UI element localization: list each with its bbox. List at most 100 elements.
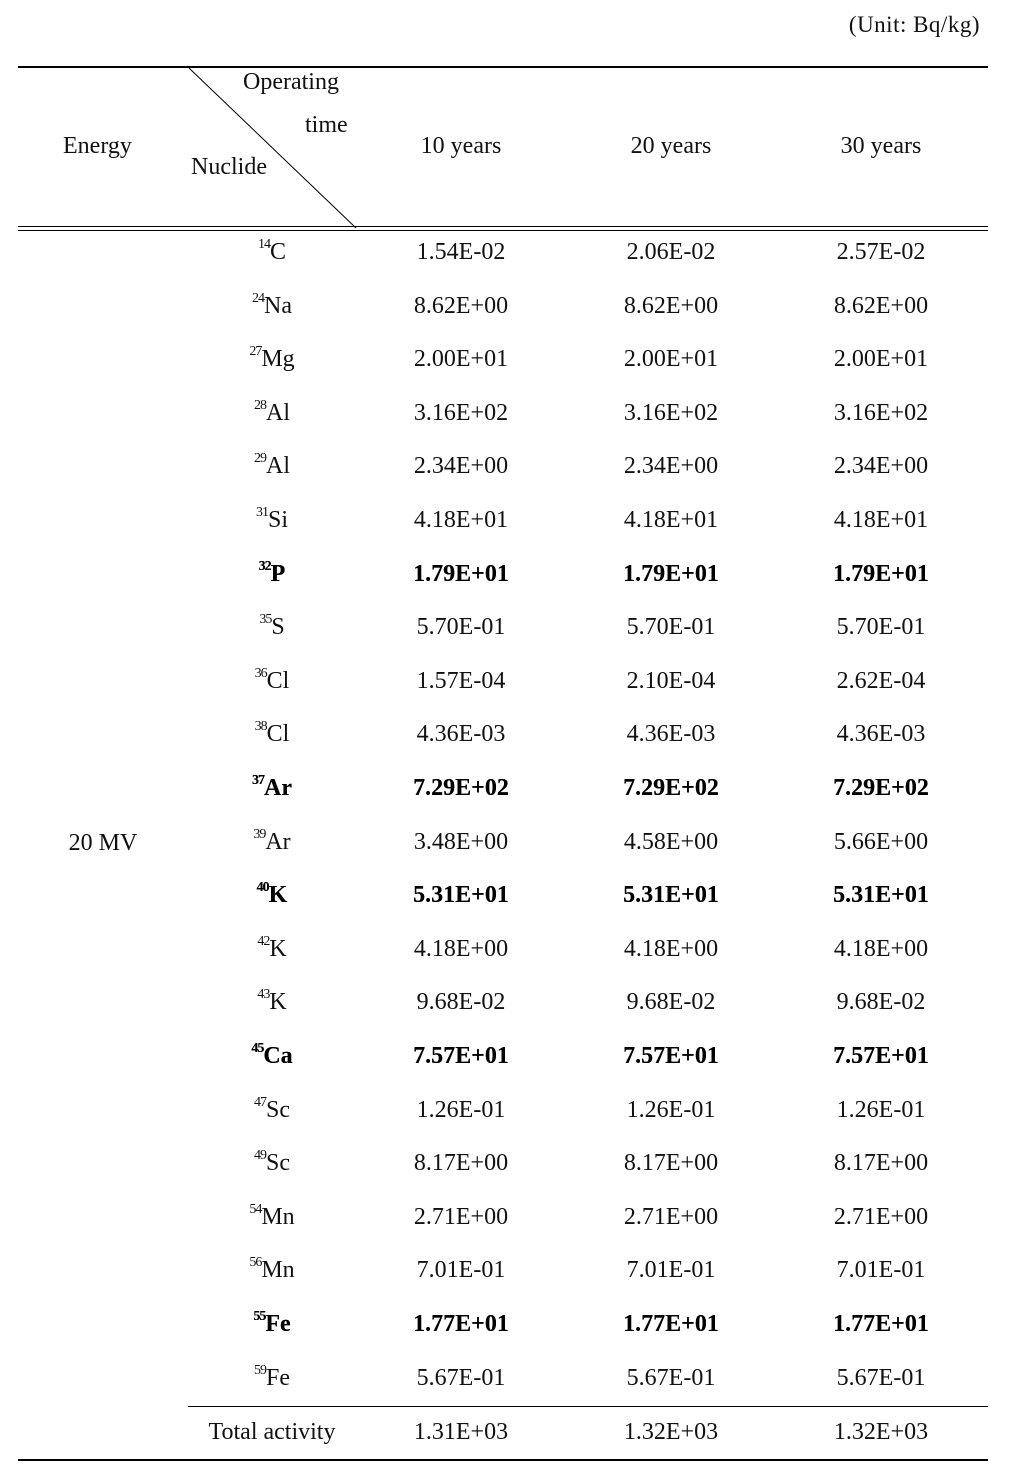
nuclide-cell: 31Si — [188, 505, 356, 534]
element-symbol: Mg — [261, 346, 295, 372]
total-rule — [188, 1406, 988, 1407]
nuclide-cell: 42K — [188, 934, 356, 963]
nuclide-cell: 27Mg — [188, 344, 356, 373]
element-symbol: Ar — [264, 775, 292, 801]
value-20-years: 4.36E-03 — [626, 721, 716, 747]
header-energy: Energy — [63, 133, 132, 159]
mass-number: 43 — [257, 987, 270, 1002]
value-10-years: 8.17E+00 — [413, 1150, 509, 1176]
value-20-years: 2.06E-02 — [626, 239, 716, 265]
element-symbol: Al — [266, 400, 290, 426]
value-30-years: 7.01E-01 — [836, 1257, 926, 1283]
value-30-years: 5.67E-01 — [836, 1365, 926, 1391]
element-symbol: Mn — [261, 1257, 295, 1283]
mass-number: 32 — [258, 559, 272, 574]
value-30-years: 2.62E-04 — [836, 668, 926, 694]
nuclide-cell: 55Fe — [188, 1309, 356, 1338]
value-10-years: 2.00E+01 — [413, 346, 509, 372]
value-30-years: 4.18E+01 — [833, 507, 929, 533]
value-20-years: 4.58E+00 — [623, 829, 719, 855]
nuclide-cell: 14C — [188, 237, 356, 266]
value-30-years: 7.29E+02 — [833, 775, 929, 801]
total-value-30-years: 1.32E+03 — [833, 1419, 929, 1445]
value-10-years: 5.67E-01 — [416, 1365, 506, 1391]
value-10-years: 5.70E-01 — [416, 614, 506, 640]
nuclide-cell: 38Cl — [188, 719, 356, 748]
energy-value: 20 MV — [68, 830, 138, 856]
value-10-years: 1.77E+01 — [413, 1311, 509, 1337]
nuclide-cell: 24Na — [188, 291, 356, 320]
mass-number: 31 — [255, 505, 269, 520]
value-10-years: 2.34E+00 — [413, 453, 509, 479]
value-30-years: 9.68E-02 — [836, 989, 926, 1015]
value-20-years: 7.29E+02 — [623, 775, 719, 801]
element-symbol: K — [269, 936, 287, 962]
value-30-years: 5.66E+00 — [833, 829, 929, 855]
value-10-years: 4.36E-03 — [416, 721, 506, 747]
header-time: time — [305, 112, 348, 138]
nuclide-cell: 35S — [188, 612, 356, 641]
value-10-years: 4.18E+01 — [413, 507, 509, 533]
mass-number: 35 — [259, 612, 272, 627]
value-20-years: 9.68E-02 — [626, 989, 716, 1015]
value-30-years: 8.62E+00 — [833, 293, 929, 319]
value-20-years: 4.18E+01 — [623, 507, 719, 533]
mass-number: 28 — [254, 398, 267, 413]
value-30-years: 4.36E-03 — [836, 721, 926, 747]
value-10-years: 1.26E-01 — [416, 1097, 506, 1123]
nuclide-cell: 54Mn — [188, 1202, 356, 1231]
nuclide-cell: 56Mn — [188, 1255, 356, 1284]
mass-number: 49 — [254, 1148, 267, 1163]
value-20-years: 2.34E+00 — [623, 453, 719, 479]
mass-number: 37 — [252, 773, 265, 788]
value-10-years: 1.57E-04 — [416, 668, 506, 694]
value-10-years: 4.18E+00 — [413, 936, 509, 962]
element-symbol: K — [269, 989, 287, 1015]
element-symbol: Sc — [266, 1150, 290, 1176]
value-10-years: 1.54E-02 — [416, 239, 506, 265]
mass-number: 47 — [254, 1095, 267, 1110]
mass-number: 45 — [251, 1041, 264, 1056]
value-30-years: 5.70E-01 — [836, 614, 926, 640]
value-20-years: 2.00E+01 — [623, 346, 719, 372]
value-20-years: 3.16E+02 — [623, 400, 719, 426]
mass-number: 40 — [256, 880, 270, 895]
nuclide-cell: 37Ar — [188, 773, 356, 802]
value-10-years: 3.48E+00 — [413, 829, 509, 855]
value-30-years: 8.17E+00 — [833, 1150, 929, 1176]
value-10-years: 9.68E-02 — [416, 989, 506, 1015]
nuclide-cell: 45Ca — [188, 1041, 356, 1070]
nuclide-cell: 28Al — [188, 398, 356, 427]
value-10-years: 1.79E+01 — [413, 561, 509, 587]
element-symbol: Fe — [266, 1365, 290, 1391]
element-symbol: Ar — [265, 829, 291, 855]
value-30-years: 2.34E+00 — [833, 453, 929, 479]
mass-number: 24 — [252, 291, 265, 306]
nuclide-cell: 39Ar — [188, 827, 356, 856]
value-20-years: 2.10E-04 — [626, 668, 716, 694]
nuclide-cell: 29Al — [188, 451, 356, 480]
value-30-years: 7.57E+01 — [833, 1043, 929, 1069]
value-20-years: 7.01E-01 — [626, 1257, 716, 1283]
value-20-years: 1.79E+01 — [623, 561, 719, 587]
nuclide-cell: 36Cl — [188, 666, 356, 695]
value-10-years: 2.71E+00 — [413, 1204, 509, 1230]
header-operating: Operating — [243, 69, 339, 95]
header-col-30-years: 30 years — [840, 133, 922, 159]
mass-number: 39 — [253, 827, 266, 842]
value-30-years: 1.79E+01 — [833, 561, 929, 587]
header-nuclide: Nuclide — [191, 154, 267, 180]
table-bottom-rule — [18, 1459, 988, 1461]
element-symbol: Si — [267, 507, 288, 533]
value-20-years: 1.26E-01 — [626, 1097, 716, 1123]
element-symbol: Fe — [265, 1311, 291, 1337]
nuclide-cell: 47Sc — [188, 1095, 356, 1124]
value-20-years: 5.70E-01 — [626, 614, 716, 640]
element-symbol: Ca — [263, 1043, 293, 1069]
mass-number: 38 — [254, 719, 268, 734]
mass-number: 54 — [249, 1202, 262, 1217]
value-20-years: 1.77E+01 — [623, 1311, 719, 1337]
mass-number: 55 — [253, 1309, 266, 1324]
nuclide-cell: 43K — [188, 987, 356, 1016]
value-10-years: 7.57E+01 — [413, 1043, 509, 1069]
